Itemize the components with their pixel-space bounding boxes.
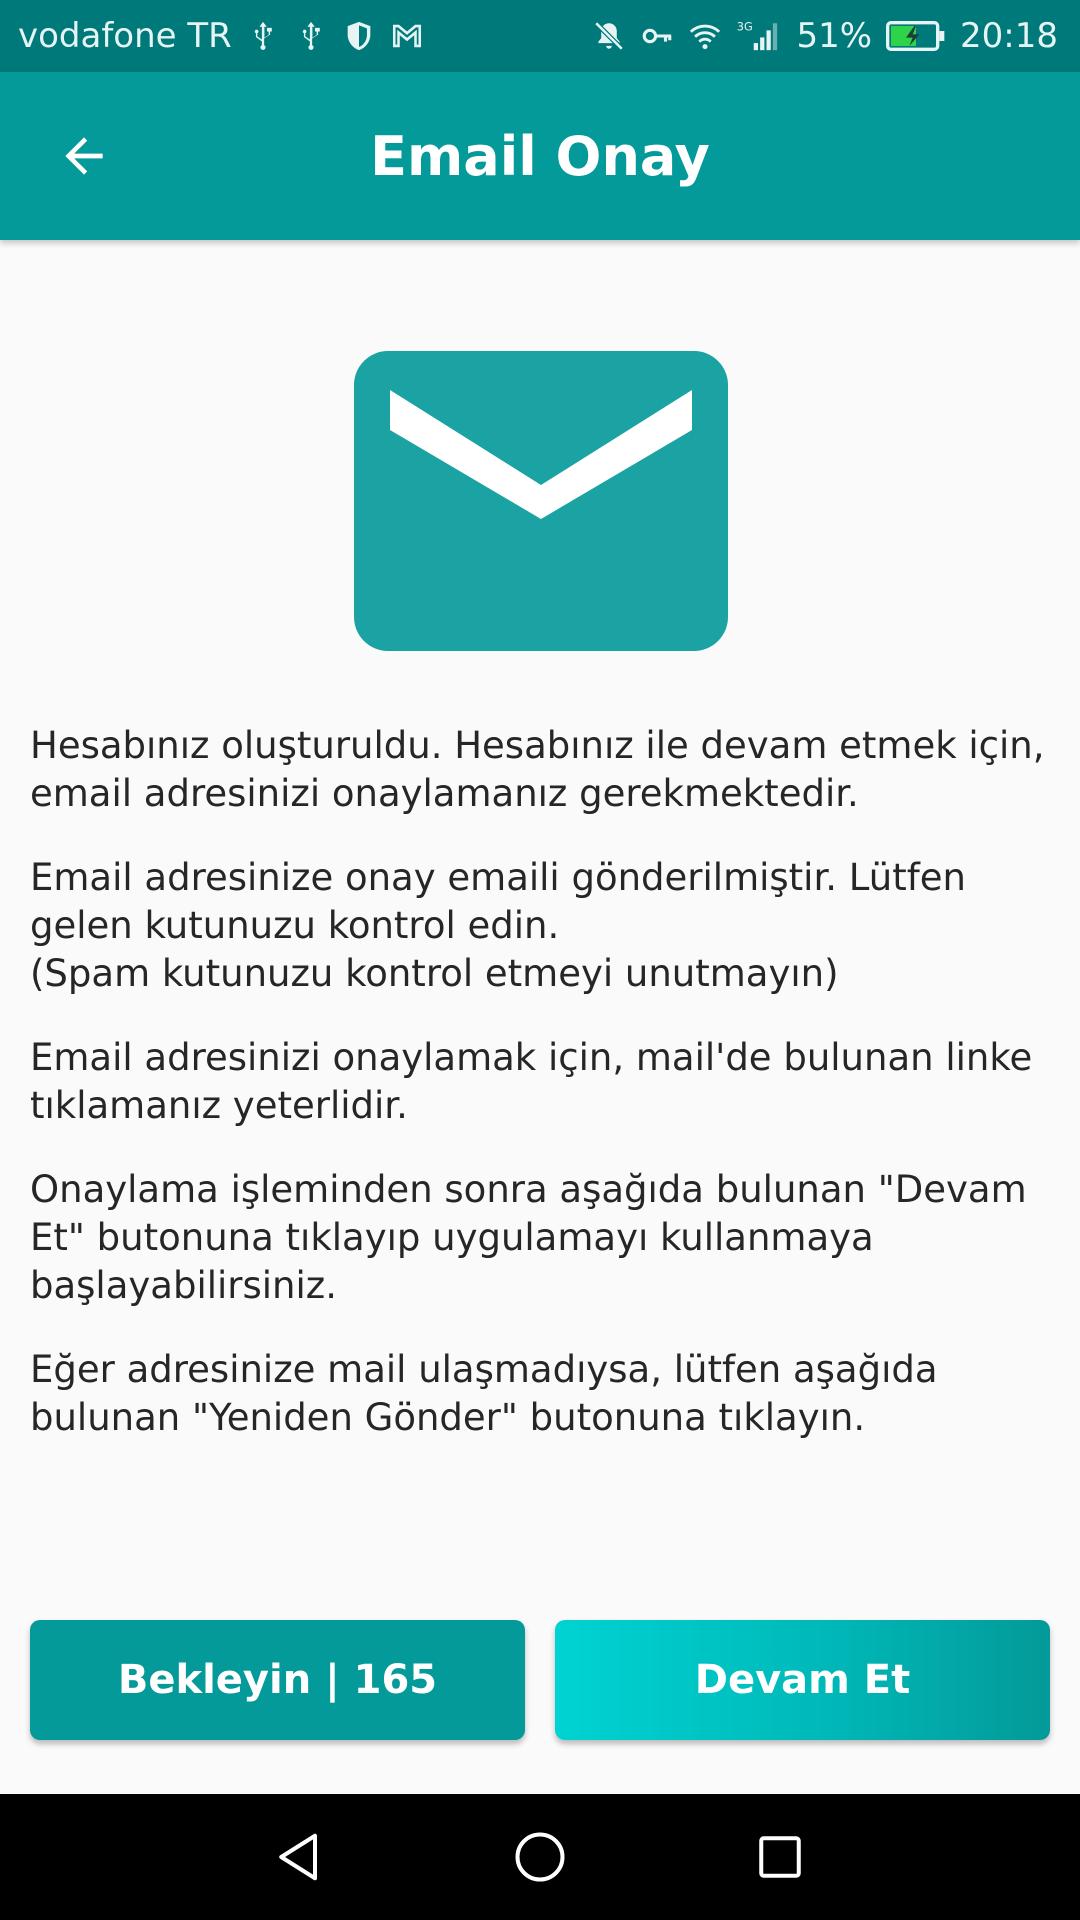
mute-icon	[592, 18, 626, 54]
nav-back-button[interactable]	[260, 1817, 340, 1897]
paragraph-click-link: Email adresinizi onaylamak için, mail'de…	[30, 1034, 1060, 1130]
envelope-icon	[354, 351, 728, 651]
paragraph-continue-hint: Onaylama işleminden sonra aşağıda buluna…	[30, 1166, 1060, 1310]
usb-icon	[294, 18, 328, 54]
text-line: Onaylama işleminden sonra aşağıda buluna…	[30, 1168, 1027, 1211]
paragraph-resend-hint: Eğer adresinize mail ulaşmadıysa, lütfen…	[30, 1346, 1060, 1442]
status-bar-left: vodafone TR	[18, 16, 424, 56]
wifi-icon	[688, 18, 722, 54]
text-line: Hesabınız oluşturuldu. Hesabınız ile dev…	[30, 724, 1045, 767]
recents-square-icon	[759, 1836, 801, 1878]
clock: 20:18	[960, 16, 1058, 56]
text-line: Email adresinize onay emaili gönderilmiş…	[30, 856, 966, 899]
instructions-text: Hesabınız oluşturuldu. Hesabınız ile dev…	[30, 722, 1060, 1478]
battery-percent: 51%	[796, 16, 873, 56]
vpn-key-icon	[640, 18, 674, 54]
text-line: Et" butonuna tıklayıp uygulamayı kullanm…	[30, 1216, 874, 1259]
network-type: 3G	[737, 19, 753, 33]
text-line: tıklamanız yeterlidir.	[30, 1084, 408, 1127]
back-triangle-icon	[279, 1833, 317, 1881]
text-line: gelen kutunuzu kontrol edin.	[30, 904, 560, 947]
battery-charging-icon	[886, 19, 946, 53]
text-line: bulunan "Yeniden Gönder" butonuna tıklay…	[30, 1396, 866, 1439]
continue-button[interactable]: Devam Et	[555, 1620, 1050, 1740]
carrier-name: vodafone TR	[18, 16, 232, 56]
app-bar: Email Onay	[0, 72, 1080, 240]
page-title: Email Onay	[370, 124, 710, 188]
status-bar-right: 3G 51% 20:18	[592, 16, 1058, 56]
email-confirmation-screen: vodafone TR 3G 51% 20:18 Email Onay Hesa…	[0, 0, 1080, 1920]
home-circle-icon	[515, 1832, 565, 1882]
usb-icon	[246, 18, 280, 54]
text-line: email adresinizi onaylamanız gerekmekted…	[30, 772, 859, 815]
paragraph-account-created: Hesabınız oluşturuldu. Hesabınız ile dev…	[30, 722, 1060, 818]
text-line: Email adresinizi onaylamak için, mail'de…	[30, 1036, 1033, 1079]
text-line: (Spam kutunuzu kontrol etmeyi unutmayın)	[30, 952, 839, 995]
status-bar: vodafone TR 3G 51% 20:18	[0, 0, 1080, 72]
wait-countdown-button[interactable]: Bekleyin | 165	[30, 1620, 525, 1740]
nav-home-button[interactable]	[500, 1817, 580, 1897]
paragraph-email-sent: Email adresinize onay emaili gönderilmiş…	[30, 854, 1060, 998]
nav-recents-button[interactable]	[740, 1817, 820, 1897]
text-line: başlayabilirsiniz.	[30, 1264, 337, 1307]
navigation-bar	[0, 1794, 1080, 1920]
shield-icon	[342, 18, 376, 54]
signal-icon: 3G	[736, 18, 780, 54]
gmail-icon	[390, 18, 424, 54]
text-line: Eğer adresinize mail ulaşmadıysa, lütfen…	[30, 1348, 938, 1391]
